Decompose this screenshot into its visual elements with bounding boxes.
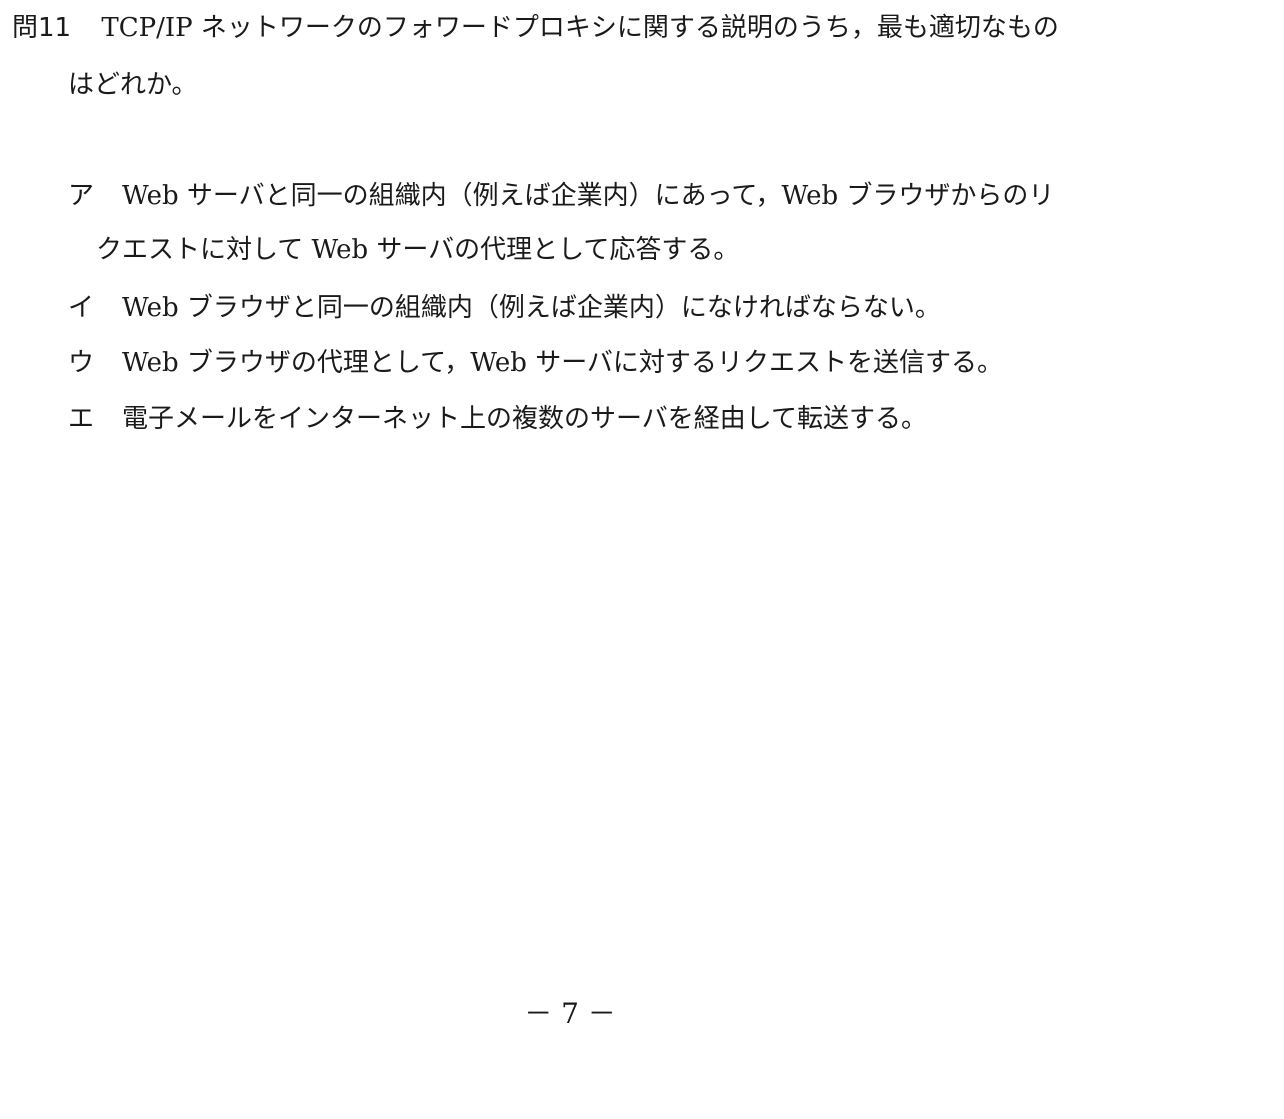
option-text: 電子メールをインターネット上の複数のサーバを経由して転送する。 [122, 404, 927, 434]
option-text: Web ブラウザと同一の組織内（例えば企業内）になければならない。 [122, 293, 941, 323]
option-label: エ [68, 404, 95, 434]
option-label: イ [68, 293, 95, 323]
option-e: エ電子メールをインターネット上の複数のサーバを経由して転送する。 [68, 403, 927, 435]
option-text: Web ブラウザの代理として，Web サーバに対するリクエストを送信する。 [122, 348, 1003, 378]
option-label: ウ [68, 348, 95, 378]
option-label: ア [68, 181, 95, 211]
question-line-1: 問11 TCP/IP ネットワークのフォワードプロキシに関する説明のうち，最も適… [12, 12, 1059, 44]
question-number: 問11 [12, 13, 72, 43]
page-number: － 7 － [524, 997, 616, 1030]
option-i: イ Web ブラウザと同一の組織内（例えば企業内）になければならない。 [68, 292, 941, 324]
option-a-continued: クエストに対して Web サーバの代理として応答する。 [96, 235, 740, 265]
option-u: ウ Web ブラウザの代理として，Web サーバに対するリクエストを送信する。 [68, 347, 1003, 379]
option-text: Web サーバと同一の組織内（例えば企業内）にあって，Web ブラウザからのリ [122, 181, 1055, 211]
question-text-2: はどれか。 [68, 70, 198, 100]
question-text-1: TCP/IP ネットワークのフォワードプロキシに関する説明のうち，最も適切なもの [101, 13, 1059, 43]
option-a: ア Web サーバと同一の組織内（例えば企業内）にあって，Web ブラウザからのリ [68, 180, 1054, 212]
